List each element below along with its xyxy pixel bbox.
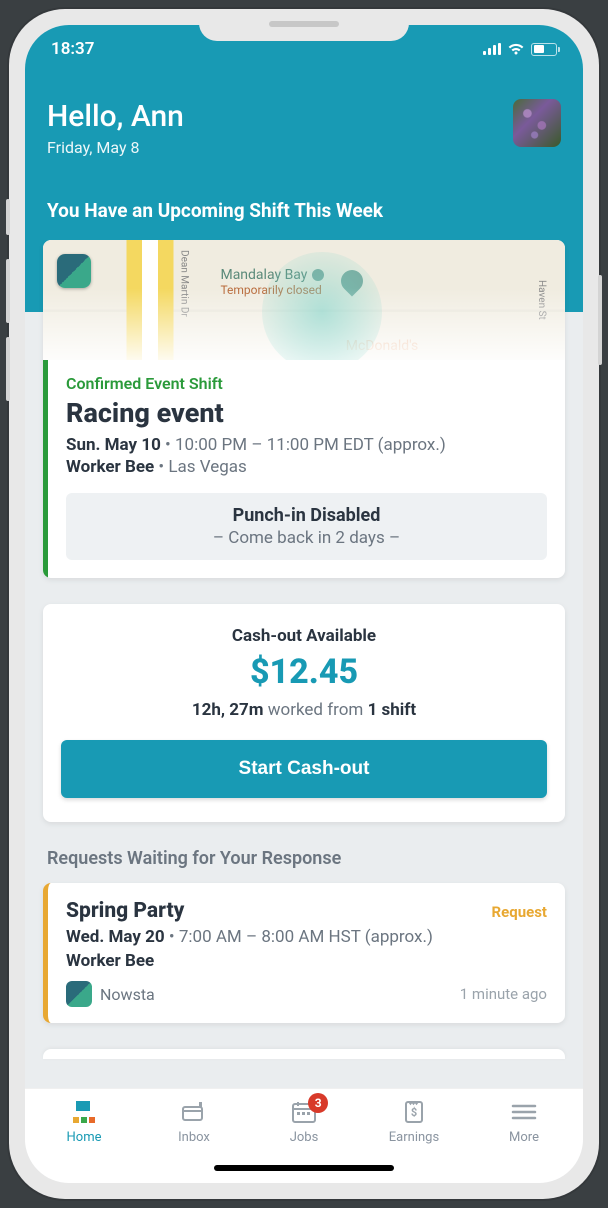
shift-title: Racing event	[66, 397, 547, 429]
request-role: Worker Bee	[66, 951, 547, 971]
punch-in-status-box: Punch-in Disabled – Come back in 2 days …	[66, 493, 547, 560]
tab-label: More	[509, 1130, 539, 1145]
upcoming-shift-card[interactable]: Dean Martin Dr Haven St Mandalay Bay Tem…	[43, 240, 565, 578]
main-scroll-area[interactable]: Dean Martin Dr Haven St Mandalay Bay Tem…	[25, 240, 583, 1088]
request-datetime: Wed. May 20 • 7:00 AM – 8:00 AM HST (app…	[66, 927, 547, 947]
upcoming-shift-heading: You Have an Upcoming Shift This Week	[47, 199, 561, 222]
phone-frame: 18:37 Hello, Ann Friday, May 8 You Have …	[9, 9, 599, 1199]
cashout-amount: $12.45	[61, 652, 547, 692]
cashout-label: Cash-out Available	[61, 626, 547, 646]
earnings-icon: $	[399, 1099, 429, 1125]
request-org: Nowsta	[66, 981, 155, 1007]
avatar[interactable]	[513, 99, 561, 147]
cashout-card: Cash-out Available $12.45 12h, 27m worke…	[43, 604, 565, 822]
lodging-icon	[311, 268, 325, 282]
wifi-icon	[507, 42, 525, 56]
cashout-worked-summary: 12h, 27m worked from 1 shift	[61, 700, 547, 720]
header-date: Friday, May 8	[47, 138, 184, 157]
request-age: 1 minute ago	[460, 985, 547, 1003]
jobs-badge: 3	[308, 1093, 328, 1113]
request-card[interactable]: Spring Party Request Wed. May 20 • 7:00 …	[43, 883, 565, 1023]
tab-more[interactable]: More	[469, 1099, 579, 1145]
greeting-text: Hello, Ann	[47, 99, 184, 134]
start-cashout-button[interactable]: Start Cash-out	[61, 740, 547, 798]
bottom-tab-bar: Home Inbox 3 Jobs $ Earnings	[25, 1088, 583, 1153]
shift-role-location: Worker Bee • Las Vegas	[66, 457, 547, 477]
home-icon	[69, 1099, 99, 1125]
tab-jobs[interactable]: 3 Jobs	[249, 1099, 359, 1145]
tab-earnings[interactable]: $ Earnings	[359, 1099, 469, 1145]
tab-label: Earnings	[389, 1130, 439, 1145]
punch-subtitle: – Come back in 2 days –	[74, 528, 539, 548]
shift-status-label: Confirmed Event Shift	[66, 374, 547, 393]
svg-text:$: $	[411, 1106, 417, 1119]
battery-icon	[531, 43, 557, 56]
map-pin-icon	[336, 265, 367, 296]
phone-notch	[199, 9, 409, 41]
next-card-peek	[43, 1049, 565, 1059]
requests-heading: Requests Waiting for Your Response	[47, 848, 561, 869]
tab-home[interactable]: Home	[29, 1099, 139, 1145]
tab-label: Jobs	[290, 1130, 319, 1145]
home-indicator[interactable]	[25, 1153, 583, 1183]
shift-map-preview[interactable]: Dean Martin Dr Haven St Mandalay Bay Tem…	[43, 240, 565, 360]
punch-title: Punch-in Disabled	[74, 505, 539, 526]
request-title: Spring Party	[66, 899, 184, 923]
org-icon	[66, 981, 92, 1007]
tab-inbox[interactable]: Inbox	[139, 1099, 249, 1145]
menu-icon	[509, 1099, 539, 1125]
status-time: 18:37	[51, 39, 94, 59]
shift-datetime: Sun. May 10 • 10:00 PM – 11:00 PM EDT (a…	[66, 435, 547, 455]
inbox-icon	[179, 1099, 209, 1125]
cellular-signal-icon	[483, 43, 501, 55]
request-badge: Request	[492, 903, 547, 921]
tab-label: Inbox	[178, 1130, 210, 1145]
tab-label: Home	[67, 1130, 102, 1145]
